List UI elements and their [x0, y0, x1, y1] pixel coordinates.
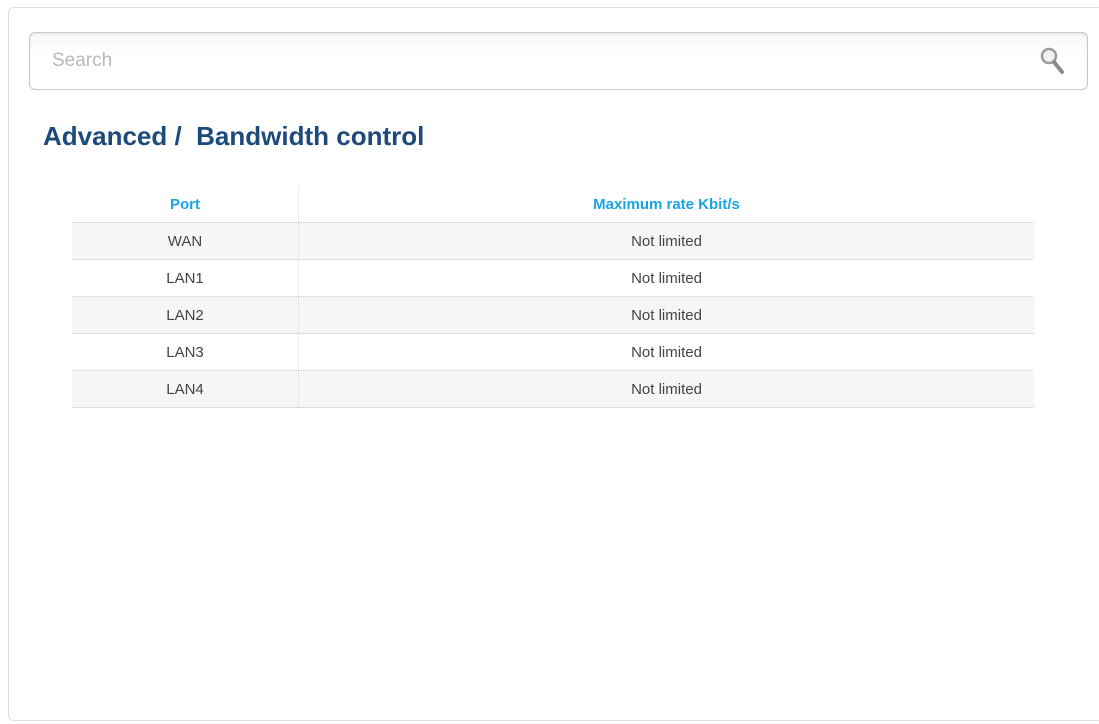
table-row[interactable]: LAN3 Not limited [72, 333, 1034, 371]
search-input[interactable] [52, 43, 1012, 79]
port-cell: LAN2 [72, 296, 299, 334]
port-cell: WAN [72, 222, 299, 260]
rate-cell: Not limited [298, 222, 1034, 260]
table-row[interactable]: LAN4 Not limited [72, 370, 1034, 408]
search-box[interactable] [29, 32, 1088, 90]
table-row[interactable]: WAN Not limited [72, 222, 1034, 260]
rate-cell: Not limited [298, 259, 1034, 297]
column-header-port[interactable]: Port [72, 186, 299, 223]
page-title: Advanced / Bandwidth control [43, 121, 425, 151]
port-cell: LAN3 [72, 333, 299, 371]
column-header-max-rate[interactable]: Maximum rate Kbit/s [298, 186, 1034, 223]
search-icon[interactable] [1039, 46, 1065, 76]
table-row[interactable]: LAN1 Not limited [72, 259, 1034, 297]
rate-cell: Not limited [298, 370, 1034, 408]
port-cell: LAN4 [72, 370, 299, 408]
bandwidth-table: Port Maximum rate Kbit/s WAN Not limited… [72, 186, 1034, 408]
table-row[interactable]: LAN2 Not limited [72, 296, 1034, 334]
rate-cell: Not limited [298, 296, 1034, 334]
rate-cell: Not limited [298, 333, 1034, 371]
port-cell: LAN1 [72, 259, 299, 297]
table-header-row: Port Maximum rate Kbit/s [72, 186, 1034, 223]
